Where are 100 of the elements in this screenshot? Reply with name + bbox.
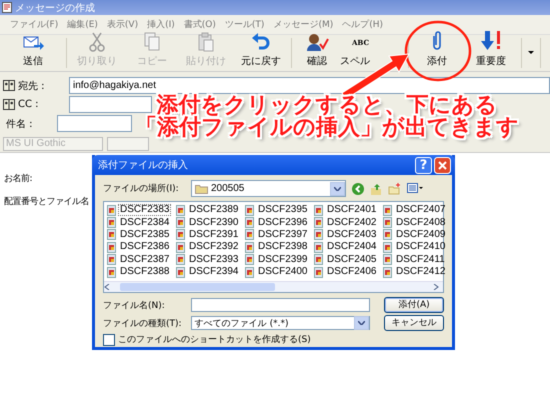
file-item[interactable]: DSCF2409 — [394, 228, 448, 241]
file-item[interactable]: DSCF2402 — [325, 216, 378, 229]
menu-item[interactable]: ファイル(F) — [10, 18, 58, 31]
file-item[interactable]: DSCF2391 — [187, 228, 240, 241]
toolbar-button[interactable]: 添付 — [411, 35, 463, 71]
checkbox[interactable] — [103, 334, 115, 346]
image-file-icon — [314, 266, 323, 278]
address-book-icon — [3, 99, 15, 110]
dropdown-caret-icon[interactable] — [528, 51, 534, 55]
file-item[interactable]: DSCF2393 — [187, 254, 240, 266]
file-item[interactable]: DSCF2390 — [187, 216, 240, 229]
image-file-icon — [176, 229, 185, 240]
window-icon — [2, 2, 12, 13]
close-button[interactable] — [434, 156, 451, 174]
file-item[interactable]: DSCF2401 — [325, 204, 378, 216]
image-file-icon — [245, 254, 254, 266]
file-item[interactable]: DSCF2399 — [256, 254, 310, 266]
file-item[interactable]: DSCF2385 — [118, 228, 172, 241]
toolbar-button[interactable]: 元に戻す — [233, 35, 289, 71]
file-item[interactable]: DSCF2395 — [256, 204, 310, 216]
dropdown-caret-icon — [334, 186, 341, 190]
body-text: お名前: — [4, 172, 32, 185]
image-file-icon — [383, 204, 392, 216]
folder-icon — [195, 184, 208, 194]
menu-item[interactable]: 挿入(I) — [147, 18, 175, 31]
highlight-circle — [404, 20, 472, 82]
view-menu-icon[interactable] — [407, 183, 423, 194]
back-icon[interactable] — [352, 182, 364, 194]
menu-item[interactable]: ヘルプ(H) — [342, 18, 384, 31]
image-file-icon — [176, 217, 185, 228]
image-file-icon — [107, 266, 116, 278]
menu-item[interactable]: 編集(E) — [67, 18, 98, 31]
scrollbar-thumb[interactable] — [120, 283, 275, 291]
field-label: 件名 : — [6, 118, 34, 130]
toolbar-button[interactable]: 重要度 — [463, 35, 519, 71]
file-item[interactable]: DSCF2383 — [118, 204, 172, 216]
file-item[interactable]: DSCF2400 — [256, 266, 310, 278]
toolbar-button[interactable]: 確認 — [294, 35, 340, 71]
scroll-left-icon[interactable] — [104, 284, 110, 290]
image-file-icon — [245, 266, 254, 278]
address-field[interactable] — [69, 96, 152, 113]
file-item[interactable]: DSCF2405 — [325, 254, 378, 266]
file-item[interactable]: DSCF2397 — [256, 228, 310, 241]
image-file-icon — [245, 242, 254, 253]
image-file-icon — [383, 254, 392, 266]
scroll-right-icon[interactable] — [433, 284, 439, 290]
help-button[interactable]: ? — [415, 156, 432, 174]
location-select[interactable]: 200505 — [191, 180, 346, 197]
file-item[interactable]: DSCF2406 — [325, 266, 378, 278]
file-item[interactable]: DSCF2384 — [118, 216, 172, 229]
image-file-icon — [245, 229, 254, 240]
image-file-icon — [107, 217, 116, 228]
file-item[interactable]: DSCF2398 — [256, 241, 310, 254]
image-file-icon — [176, 266, 185, 278]
file-item[interactable]: DSCF2404 — [325, 241, 378, 254]
image-file-icon — [383, 266, 392, 278]
filetype-label: ファイルの種類(T): — [103, 318, 183, 330]
file-item[interactable]: DSCF2389 — [187, 204, 240, 216]
image-file-icon — [383, 217, 392, 228]
file-item[interactable]: DSCF2410 — [394, 241, 448, 254]
file-item[interactable]: DSCF2407 — [394, 204, 448, 216]
envelope-icon — [22, 34, 44, 52]
image-file-icon — [107, 229, 116, 240]
image-file-icon — [107, 204, 116, 216]
file-item[interactable]: DSCF2392 — [187, 241, 240, 254]
filetype-select[interactable]: すべてのファイル (*.*) — [190, 316, 370, 330]
image-file-icon — [314, 217, 323, 228]
filename-label: ファイル名(N): — [103, 300, 166, 312]
image-file-icon — [176, 254, 185, 266]
file-item[interactable]: DSCF2388 — [118, 266, 172, 278]
file-item[interactable]: DSCF2411 — [394, 254, 447, 266]
file-item[interactable]: DSCF2387 — [118, 254, 172, 266]
file-item[interactable]: DSCF2408 — [394, 216, 448, 229]
address-book-icon — [3, 80, 15, 91]
attach-button[interactable]: 添付(A) — [384, 297, 444, 313]
menu-item[interactable]: ツール(T) — [224, 18, 264, 31]
image-file-icon — [314, 242, 323, 253]
body-text: 配置番号とファイル名 — [4, 196, 89, 208]
up-folder-icon[interactable] — [370, 182, 382, 194]
cancel-button[interactable]: キャンセル — [384, 315, 444, 331]
menu-item[interactable]: 表示(V) — [106, 18, 138, 31]
new-folder-icon[interactable] — [388, 182, 401, 194]
image-file-icon — [314, 229, 323, 240]
file-item[interactable]: DSCF2394 — [187, 266, 240, 278]
file-item[interactable]: DSCF2386 — [118, 241, 172, 254]
image-file-icon — [314, 254, 323, 266]
filename-field[interactable] — [190, 298, 370, 312]
menu-item[interactable]: メッセージ(M) — [273, 18, 334, 31]
subject-field[interactable] — [57, 115, 132, 132]
checkbox-label: このファイルへのショートカットを作成する(S) — [118, 334, 311, 346]
address-field[interactable]: info@hagakiya.net — [69, 77, 550, 94]
image-file-icon — [176, 242, 185, 253]
menu-item[interactable]: 書式(O) — [184, 18, 216, 31]
image-file-icon — [107, 242, 116, 253]
toolbar-button[interactable]: 送信 — [2, 35, 64, 71]
file-item[interactable]: DSCF2412 — [394, 266, 448, 278]
paperclip-icon — [430, 30, 444, 52]
file-item[interactable]: DSCF2396 — [256, 216, 310, 229]
file-item[interactable]: DSCF2403 — [325, 228, 378, 241]
image-file-icon — [176, 204, 185, 216]
